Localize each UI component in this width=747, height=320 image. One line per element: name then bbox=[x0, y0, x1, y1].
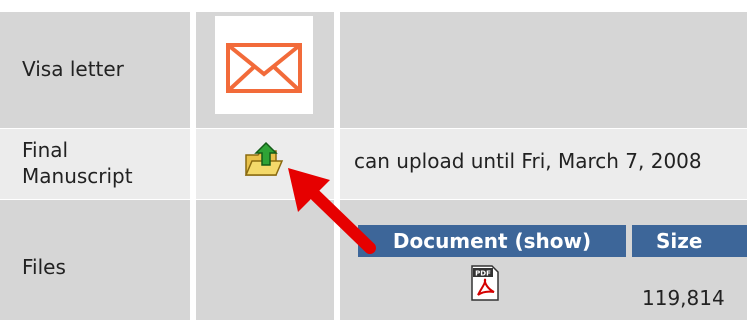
pdf-icon[interactable]: PDF bbox=[470, 265, 500, 305]
upload-folder-icon[interactable] bbox=[242, 139, 284, 181]
size-column-header: Size bbox=[632, 225, 747, 257]
upload-note-cell: can upload until Fri, March 7, 2008 bbox=[340, 129, 747, 199]
files-table-cell: Document (show) Size PDF 119,814 bbox=[340, 200, 747, 320]
table-row-visa-letter: Visa letter bbox=[0, 12, 747, 128]
envelope-icon[interactable] bbox=[215, 16, 313, 114]
files-label: Files bbox=[22, 255, 66, 279]
files-table-header: Document (show) Size bbox=[358, 225, 747, 257]
visa-letter-label: Visa letter bbox=[22, 57, 124, 81]
visa-letter-label-cell: Visa letter bbox=[0, 12, 190, 128]
final-manuscript-label: Final Manuscript bbox=[22, 138, 133, 188]
final-manuscript-label-cell: Final Manuscript bbox=[0, 129, 190, 199]
file-size-value: 119,814 bbox=[642, 286, 725, 310]
document-column-header[interactable]: Document (show) bbox=[358, 225, 626, 257]
visa-letter-empty-cell bbox=[340, 12, 747, 128]
red-arrow-icon bbox=[282, 166, 382, 258]
files-label-cell: Files bbox=[0, 200, 190, 320]
svg-text:PDF: PDF bbox=[475, 270, 491, 278]
upload-deadline-text: can upload until Fri, March 7, 2008 bbox=[354, 149, 702, 173]
visa-letter-icon-cell bbox=[196, 12, 334, 128]
